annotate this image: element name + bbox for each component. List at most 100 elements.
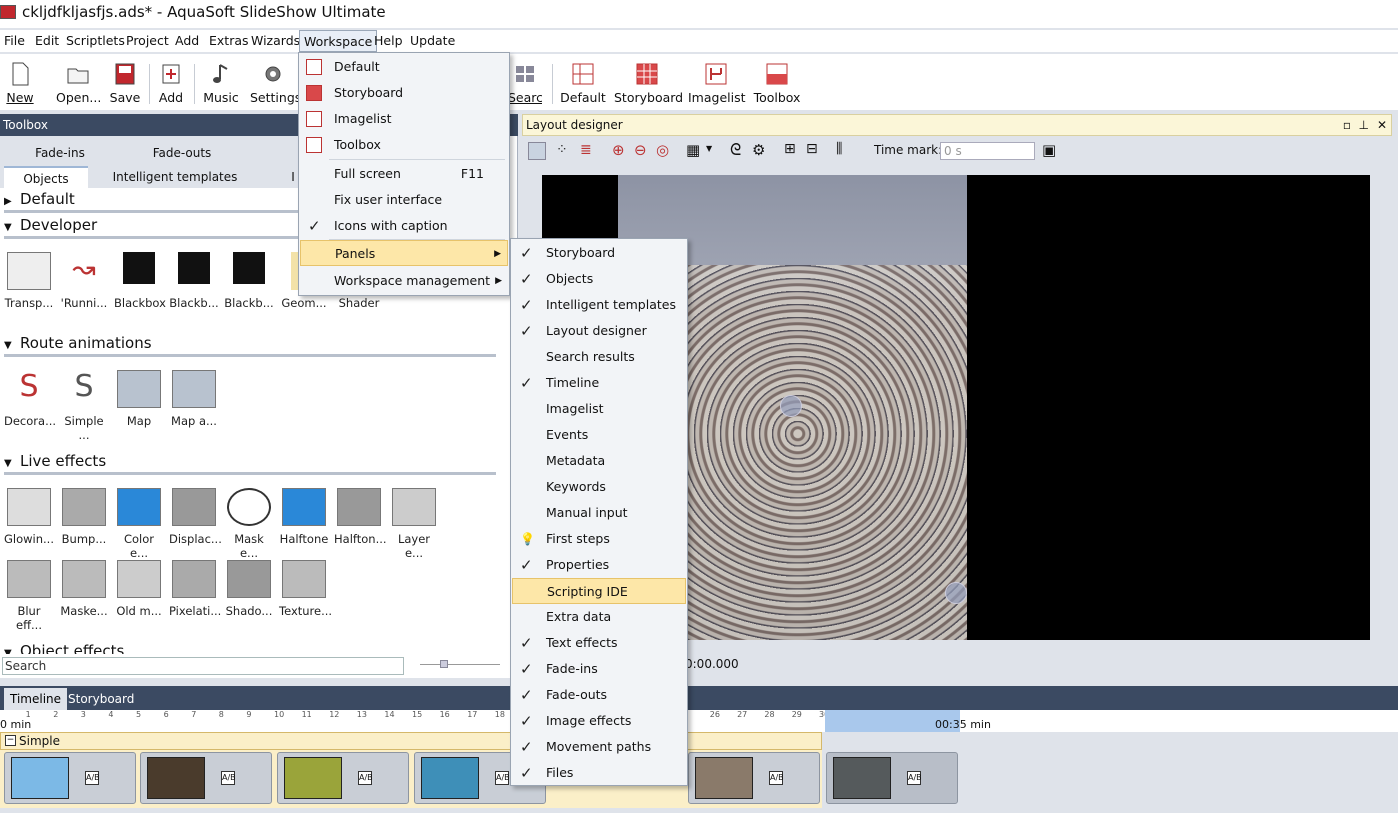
zoom-fit-icon[interactable]: ◎ [656,141,669,159]
toolbox-item[interactable]: Transp... [4,252,54,310]
timeline-clip[interactable]: A/B [140,752,272,804]
transition-icon[interactable]: A/B [358,771,373,785]
toolbox-item[interactable]: S Simple ... [59,370,109,442]
menu-item-default[interactable]: Default [300,54,508,80]
tab-fade-outs[interactable]: Fade-outs [140,142,224,164]
menu-workspace[interactable]: Workspace [299,30,378,52]
toolbox-item[interactable]: Color e... [114,488,164,560]
imagelist-workspace-button[interactable]: Imagelist [688,54,746,110]
toolbox-item[interactable]: S Decora... [4,370,56,429]
zoom-in-icon[interactable]: ⊕ [612,141,625,159]
menu-file[interactable]: File [0,30,29,52]
toolbox-item[interactable]: ↝ 'Runni... [59,252,109,310]
grid-icon[interactable]: ▦ [686,141,700,159]
path-tool-icon[interactable]: ᘓ [730,140,741,160]
timeline-ruler[interactable]: 0 min 1 2 3 4 5 6 7 8 9 10 11 12 13 14 15 16 17 18 26 27 28 2… [0,710,1398,732]
panel-item-scripting-ide[interactable]: Scripting IDE [512,578,686,604]
chevron-down-icon[interactable]: ▼ [706,144,712,153]
toolbox-item[interactable]: Texture... [279,560,332,618]
group-live-effects[interactable]: ▼ Live effects [4,450,496,472]
toolbox-item[interactable]: Halfton... [334,488,387,546]
panel-item-imagelist[interactable]: Imagelist [512,396,686,422]
tab-objects[interactable]: Objects [4,166,88,188]
group-object-effects[interactable]: ▼ Object effects [4,640,496,654]
points-tool-icon[interactable]: ⁘ [556,142,574,160]
toolbox-item[interactable]: Pixelati... [169,560,221,618]
toolbox-item[interactable]: Shado... [224,560,274,618]
menu-wizards[interactable]: Wizards [247,30,304,52]
menu-item-storyboard[interactable]: Storyboard [300,80,508,106]
music-button[interactable]: Music [202,54,240,110]
panel-item-keywords[interactable]: Keywords [512,474,686,500]
panel-item-storyboard[interactable]: ✓ Storyboard [512,240,686,266]
toolbox-item[interactable]: Halftone [279,488,329,546]
timeline-clip[interactable]: A/B [4,752,136,804]
menu-item-workspace-management[interactable]: Workspace management ▶ [300,268,508,294]
tab-timeline[interactable]: Timeline [4,688,68,710]
timeline-clip[interactable]: A/B [277,752,409,804]
settings-button[interactable]: Settings [250,54,301,110]
toolbox-item[interactable]: Map a... [169,370,219,428]
remove-point-icon[interactable]: ⊟ [806,141,818,157]
panel-item-metadata[interactable]: Metadata [512,448,686,474]
panel-item-layout-designer[interactable]: ✓ Layout designer [512,318,686,344]
align-icon[interactable]: ⫼ [836,141,842,157]
new-button[interactable]: New [2,54,38,110]
zoom-slider-thumb[interactable] [440,660,448,668]
pin-icon[interactable]: ⊥ [1359,115,1369,135]
menu-project[interactable]: Project [122,30,173,52]
menu-edit[interactable]: Edit [31,30,63,52]
timeline-clip[interactable]: A/B [826,752,958,804]
panel-item-manual-input[interactable]: Manual input [512,500,686,526]
save-button[interactable]: Save [108,54,142,110]
panel-item-files[interactable]: ✓ Files [512,760,686,786]
panel-item-fade-outs[interactable]: ✓ Fade-outs [512,682,686,708]
toolbox-workspace-button[interactable]: Toolbox [752,54,802,110]
maximize-icon[interactable]: ▫ [1343,115,1351,135]
motion-point-handle[interactable] [780,395,802,417]
toolbox-item[interactable]: Blackb... [169,252,219,310]
toolbox-item[interactable]: Map [114,370,164,428]
toolbox-search-input[interactable]: Search [2,657,404,675]
add-button[interactable]: Add [155,54,187,110]
transition-icon[interactable]: A/B [85,771,100,785]
list-tool-icon[interactable]: ≣ [580,142,598,160]
panel-item-search-results[interactable]: Search results [512,344,686,370]
tab-storyboard[interactable]: Storyboard [62,688,140,710]
add-point-icon[interactable]: ⊞ [784,141,796,157]
panel-item-objects[interactable]: ✓ Objects [512,266,686,292]
toolbox-item[interactable]: Glowin... [4,488,54,546]
tab-fade-ins[interactable]: Fade-ins [20,142,100,164]
menu-help[interactable]: Help [370,30,407,52]
menu-item-full-screen[interactable]: Full screen F11 [300,161,508,187]
toolbox-item[interactable]: Blur eff... [4,560,54,632]
toolbox-item[interactable]: Blackb... [224,252,274,310]
select-tool-icon[interactable] [528,142,546,160]
zoom-slider[interactable] [420,664,500,665]
motion-point-handle[interactable] [945,582,967,604]
transition-icon[interactable]: A/B [221,771,236,785]
panel-item-text-effects[interactable]: ✓ Text effects [512,630,686,656]
timeline-clip[interactable]: A/B [688,752,820,804]
toolbox-item[interactable]: Mask e... [224,488,274,560]
close-icon[interactable]: ✕ [1377,115,1387,135]
panel-item-timeline[interactable]: ✓ Timeline [512,370,686,396]
panel-item-fade-ins[interactable]: ✓ Fade-ins [512,656,686,682]
toolbox-item[interactable]: Layer e... [389,488,439,560]
time-mark-input[interactable]: 0 s [940,142,1035,160]
panel-item-first-steps[interactable]: 💡 First steps [512,526,686,552]
menu-add[interactable]: Add [171,30,203,52]
panel-item-properties[interactable]: ✓ Properties [512,552,686,578]
menu-extras[interactable]: Extras [205,30,253,52]
menu-item-imagelist[interactable]: Imagelist [300,106,508,132]
toolbox-item[interactable]: Displac... [169,488,222,546]
transition-icon[interactable]: A/B [769,771,784,785]
zoom-out-icon[interactable]: ⊖ [634,141,647,159]
search-button[interactable]: Search [508,54,542,110]
settings-tool-icon[interactable]: ⚙ [752,141,765,159]
save-mark-icon[interactable]: ▣ [1042,141,1056,159]
collapse-icon[interactable]: − [5,735,16,746]
menu-item-fix-ui[interactable]: Fix user interface [300,187,508,213]
panel-item-movement-paths[interactable]: ✓ Movement paths [512,734,686,760]
toolbox-item[interactable]: Bump... [59,488,109,546]
